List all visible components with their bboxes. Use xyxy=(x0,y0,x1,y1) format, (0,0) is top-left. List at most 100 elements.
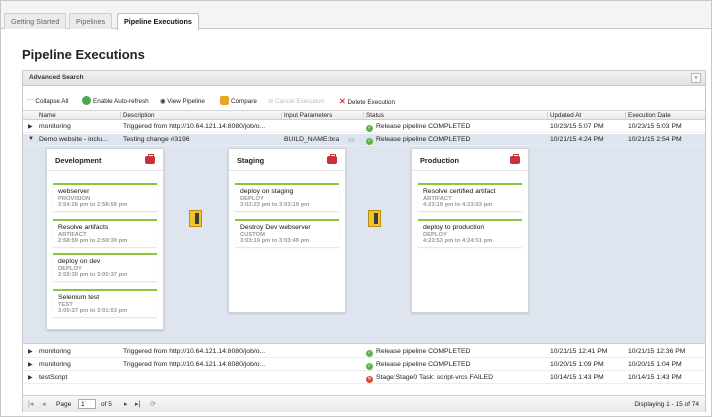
task-card[interactable]: webserver PROVISION 2:54:26 pm to 2:58:5… xyxy=(53,183,157,211)
compare-icon xyxy=(220,96,229,105)
tab-getting-started[interactable]: Getting Started xyxy=(4,13,67,29)
first-page-icon[interactable]: |◂ xyxy=(28,400,33,408)
column-header-status[interactable]: Status xyxy=(363,112,384,120)
row-status: ✓ Release pipeline COMPLETED xyxy=(366,123,546,132)
collapse-all-label: Collapse All xyxy=(35,98,69,105)
page-number-input[interactable] xyxy=(78,399,96,409)
collapse-all-button[interactable]: ⁻⁻ Collapse All xyxy=(27,96,68,107)
row-status-text: Release pipeline COMPLETED xyxy=(376,136,471,143)
last-page-icon[interactable]: ▸| xyxy=(135,400,140,408)
expand-arrow-icon[interactable]: ▶ xyxy=(28,123,33,130)
task-card[interactable]: deploy on dev DEPLOY 2:59:30 pm to 3:00:… xyxy=(53,253,157,281)
table-row[interactable]: ▶ monitoring Triggered from http://10.64… xyxy=(23,359,705,371)
delete-execution-button[interactable]: ✕ Delete Execution xyxy=(339,96,395,107)
row-status-text: Release pipeline COMPLETED xyxy=(376,361,471,368)
expand-arrow-icon[interactable]: ▶ xyxy=(28,348,33,355)
column-header-name[interactable]: Name xyxy=(37,112,56,120)
stage-staging[interactable]: Staging deploy on staging DEPLOY 3:02:23… xyxy=(228,148,346,313)
details-icon[interactable]: ▭ xyxy=(348,136,354,144)
task-card[interactable]: Destroy Dev webserver CUSTOM 3:03:19 pm … xyxy=(235,219,339,247)
prev-page-icon[interactable]: ◂ xyxy=(42,400,46,408)
task-time: 4:23:53 pm to 4:24:51 pm xyxy=(423,238,493,244)
task-time: 3:03:19 pm to 3:03:49 pm xyxy=(240,238,310,244)
task-time: 2:54:26 pm to 2:58:59 pm xyxy=(58,202,128,208)
app-window: Getting Started Pipelines Pipeline Execu… xyxy=(0,0,712,417)
expand-icon[interactable]: » xyxy=(691,73,701,83)
row-status-text: Stage:Stage0 Task: script-vrcs FAILED xyxy=(376,374,493,381)
stage-transition-icon xyxy=(368,210,381,227)
page-count: of 5 xyxy=(101,401,112,408)
view-pipeline-button[interactable]: ◉ View Pipeline xyxy=(160,96,205,107)
tab-pipelines[interactable]: Pipelines xyxy=(69,13,113,29)
table-row[interactable]: ▶ testScript ✕ Stage:Stage0 Task: script-… xyxy=(23,372,705,384)
task-card[interactable]: deploy on staging DEPLOY 3:02:23 pm to 3… xyxy=(235,183,339,211)
collapse-arrow-icon[interactable]: ▼ xyxy=(28,136,34,142)
row-updated-at: 10/21/15 12:41 PM xyxy=(550,348,608,355)
task-card[interactable]: Selenium test TEST 3:00:37 pm to 3:01:53… xyxy=(53,289,157,317)
advanced-search-bar[interactable]: Advanced Search » xyxy=(23,71,705,86)
table-row-expanded[interactable]: ▼ Demo website - inclu... Testing change… xyxy=(23,134,705,146)
advanced-search-label: Advanced Search xyxy=(29,74,84,81)
row-execution-date: 10/23/15 5:03 PM xyxy=(628,123,682,130)
check-icon: ✓ xyxy=(366,138,373,145)
column-header-input-parameters[interactable]: Input Parameters xyxy=(281,112,332,120)
eye-icon: ◉ xyxy=(160,98,166,105)
task-card[interactable]: Resolve artifacts ARTIFACT 2:58:59 pm to… xyxy=(53,219,157,247)
error-icon: ✕ xyxy=(366,376,373,383)
cancel-icon: ⊘ xyxy=(268,98,274,105)
row-description: Triggered from http://10.64.121.14:8080/… xyxy=(123,361,266,368)
column-header-updated-at[interactable]: Updated At xyxy=(547,112,581,120)
task-name: Destroy Dev webserver xyxy=(240,224,311,231)
row-status-text: Release pipeline COMPLETED xyxy=(376,348,471,355)
tab-pipeline-executions[interactable]: Pipeline Executions xyxy=(117,13,199,30)
task-name: webserver xyxy=(58,188,90,195)
row-description: Triggered from http://10.64.121.14:8080/… xyxy=(123,123,266,130)
task-card[interactable]: deploy to production DEPLOY 4:23:53 pm t… xyxy=(418,219,522,247)
cancel-execution-button[interactable]: ⊘ Cancel Execution xyxy=(268,96,324,107)
task-name: deploy on dev xyxy=(58,258,101,265)
stage-title: Staging xyxy=(237,156,265,165)
task-time: 3:00:37 pm to 3:01:53 pm xyxy=(58,308,128,314)
stage-production[interactable]: Production Resolve certified artifact AR… xyxy=(411,148,529,313)
pagination-bar: |◂ ◂ Page of 5 ▸ ▸| ⟳ Displaying 1 - 15 … xyxy=(23,395,705,412)
table-row[interactable]: ▶ monitoring Triggered from http://10.64… xyxy=(23,346,705,358)
next-page-icon[interactable]: ▸ xyxy=(124,400,128,408)
task-time: 3:02:23 pm to 3:03:19 pm xyxy=(240,202,310,208)
row-updated-at: 10/21/15 4:24 PM xyxy=(550,136,604,143)
column-header-execution-date[interactable]: Execution Date xyxy=(625,112,671,120)
expand-arrow-icon[interactable]: ▶ xyxy=(28,361,33,368)
row-updated-at: 10/20/15 1:09 PM xyxy=(550,361,604,368)
task-time: 4:23:19 pm to 4:23:53 pm xyxy=(423,202,493,208)
stage-transition-icon xyxy=(189,210,202,227)
delete-execution-label: Delete Execution xyxy=(347,99,396,106)
stage-title: Production xyxy=(420,156,460,165)
stage-header: Staging xyxy=(229,149,345,171)
pipeline-stages-view: Development webserver PROVISION 2:54:26 … xyxy=(23,146,705,344)
compare-button[interactable]: Compare xyxy=(220,96,257,107)
stage-header: Development xyxy=(47,149,163,171)
row-status: ✓ Release pipeline COMPLETED xyxy=(366,348,546,357)
refresh-icon[interactable]: ⟳ xyxy=(150,400,156,408)
column-header-description[interactable]: Description xyxy=(120,112,155,120)
tab-bar: Getting Started Pipelines Pipeline Execu… xyxy=(1,1,711,30)
task-time: 2:59:30 pm to 3:00:37 pm xyxy=(58,272,128,278)
enable-auto-refresh-button[interactable]: Enable Auto-refresh xyxy=(82,96,149,107)
row-name: monitoring xyxy=(39,348,71,355)
row-description: Triggered from http://10.64.121.14:8080/… xyxy=(123,348,266,355)
task-name: deploy to production xyxy=(423,224,485,231)
row-status-text: Release pipeline COMPLETED xyxy=(376,123,471,130)
toolbox-icon xyxy=(145,154,155,164)
row-execution-date: 10/14/15 1:43 PM xyxy=(628,374,682,381)
compare-label: Compare xyxy=(231,98,257,105)
stage-development[interactable]: Development webserver PROVISION 2:54:26 … xyxy=(46,148,164,330)
row-status: ✕ Stage:Stage0 Task: script-vrcs FAILED xyxy=(366,374,546,383)
table-row[interactable]: ▶ monitoring Triggered from http://10.64… xyxy=(23,121,705,133)
task-card[interactable]: Resolve certified artifact ARTIFACT 4:23… xyxy=(418,183,522,211)
task-name: Resolve certified artifact xyxy=(423,188,496,195)
toolbar: ⁻⁻ Collapse All Enable Auto-refresh ◉ Vi… xyxy=(23,95,705,108)
cancel-execution-label: Cancel Execution xyxy=(275,98,325,105)
displaying-count: Displaying 1 - 15 of 74 xyxy=(634,401,699,408)
expand-arrow-icon[interactable]: ▶ xyxy=(28,374,33,381)
enable-auto-refresh-label: Enable Auto-refresh xyxy=(93,98,149,105)
delete-icon: ✕ xyxy=(339,97,346,106)
